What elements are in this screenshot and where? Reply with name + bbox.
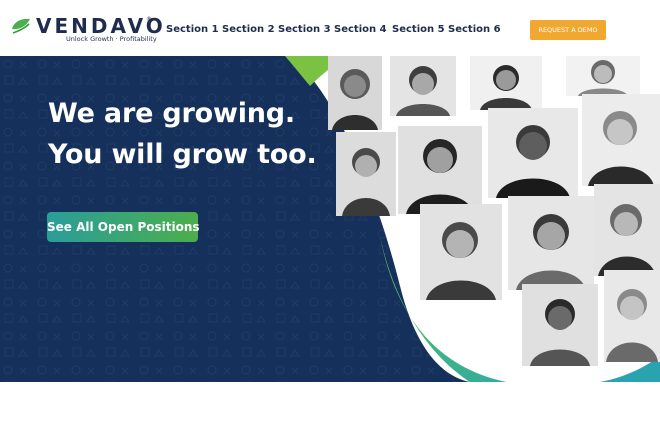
nav-section-1[interactable]: Section 1: [166, 24, 219, 35]
employee-photo: [604, 270, 660, 362]
employee-photo: [566, 56, 640, 96]
employee-photo: [336, 132, 396, 216]
employee-photo: [594, 184, 660, 276]
hero-title-line-2: You will grow too.: [48, 139, 317, 170]
employee-photo: [582, 94, 660, 186]
employee-photo: [398, 126, 482, 214]
employee-photo: [488, 108, 578, 198]
employee-photo: [470, 56, 542, 110]
see-open-positions-button[interactable]: See All Open Positions: [47, 212, 200, 242]
nav-section-4[interactable]: Section 4: [334, 24, 387, 35]
logo-trademark: ®: [146, 16, 152, 23]
request-demo-button[interactable]: REQUEST A DEMO: [530, 20, 606, 40]
nav-section-2[interactable]: Section 2: [222, 24, 275, 35]
employee-photo: [328, 56, 382, 130]
leaf-logo-icon: [12, 18, 30, 34]
employee-photo: [420, 204, 502, 300]
employee-photo: [390, 56, 456, 116]
hero-section: We are growing. You will grow too. See A…: [0, 56, 660, 382]
hero-title-line-1: We are growing.: [48, 98, 295, 129]
vendavo-logo[interactable]: VENDAVO ® Unlock Growth · Profitability: [10, 14, 163, 46]
logo-tagline: Unlock Growth · Profitability: [66, 35, 157, 43]
employee-photo: [508, 196, 594, 290]
nav-section-6[interactable]: Section 6: [448, 24, 501, 35]
site-header: VENDAVO ® Unlock Growth · Profitability …: [0, 0, 660, 56]
employee-photo: [522, 284, 598, 366]
nav-section-3[interactable]: Section 3: [278, 24, 331, 35]
nav-section-5[interactable]: Section 5: [392, 24, 445, 35]
